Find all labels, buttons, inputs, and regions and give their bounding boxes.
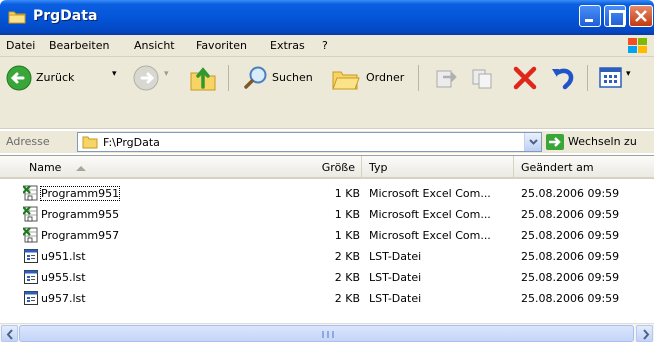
windows-logo-icon bbox=[628, 38, 647, 53]
file-type: Microsoft Excel Com... bbox=[369, 208, 491, 221]
back-arrow-icon[interactable] bbox=[6, 65, 32, 91]
address-dropdown-button[interactable] bbox=[524, 133, 541, 151]
views-dropdown-arrow-icon[interactable]: ▾ bbox=[626, 69, 631, 79]
undo-icon[interactable] bbox=[549, 65, 577, 91]
column-size-label: Größe bbox=[321, 161, 355, 174]
file-type: LST-Datei bbox=[369, 271, 422, 284]
menu-bearbeiten[interactable]: Bearbeiten bbox=[49, 39, 109, 52]
table-row[interactable]: Programm957 1 KB Microsoft Excel Com... … bbox=[0, 225, 654, 246]
file-type: Microsoft Excel Com... bbox=[369, 229, 491, 242]
toolbar-separator bbox=[587, 65, 588, 91]
menu-help[interactable]: ? bbox=[322, 39, 328, 52]
file-name: u957.lst bbox=[41, 292, 86, 305]
column-header-modified[interactable]: Geändert am bbox=[514, 156, 654, 179]
menu-ansicht[interactable]: Ansicht bbox=[134, 39, 175, 52]
file-type: Microsoft Excel Com... bbox=[369, 187, 491, 200]
menu-bar: Datei Bearbeiten Ansicht Favoriten Extra… bbox=[0, 35, 654, 57]
column-header-size[interactable]: Größe bbox=[300, 156, 362, 179]
file-type: LST-Datei bbox=[369, 250, 422, 263]
back-dropdown-arrow-icon[interactable]: ▾ bbox=[112, 69, 117, 79]
address-label: Adresse bbox=[6, 135, 50, 148]
excel-file-icon bbox=[23, 227, 38, 243]
folders-icon[interactable] bbox=[331, 66, 361, 91]
file-modified: 25.08.2006 09:59 bbox=[521, 208, 620, 221]
file-list: Name Größe Typ Geändert am Programm951 1… bbox=[0, 155, 654, 323]
toolbar: Zurück ▾ ▾ Suchen Ordner ▾ bbox=[0, 57, 654, 129]
minimize-button[interactable] bbox=[579, 5, 601, 27]
close-icon bbox=[635, 10, 647, 22]
file-modified: 25.08.2006 09:59 bbox=[521, 229, 620, 242]
lst-file-icon bbox=[24, 270, 38, 284]
views-icon[interactable] bbox=[599, 67, 623, 89]
folders-button-label[interactable]: Ordner bbox=[366, 71, 404, 84]
title-bar[interactable]: PrgData bbox=[0, 0, 654, 35]
chevron-right-icon bbox=[643, 329, 650, 340]
file-name: Programm957 bbox=[41, 229, 120, 242]
excel-file-icon bbox=[23, 185, 38, 201]
column-modified-label: Geändert am bbox=[521, 161, 594, 174]
excel-file-icon bbox=[23, 206, 38, 222]
search-icon[interactable] bbox=[243, 65, 269, 91]
forward-arrow-icon[interactable] bbox=[133, 65, 159, 91]
scroll-thumb[interactable] bbox=[19, 325, 634, 342]
back-button-label[interactable]: Zurück bbox=[36, 71, 74, 84]
menu-extras[interactable]: Extras bbox=[270, 39, 305, 52]
search-button-label[interactable]: Suchen bbox=[272, 71, 313, 84]
go-button-label[interactable]: Wechseln zu bbox=[568, 135, 637, 148]
close-button[interactable] bbox=[629, 5, 653, 27]
lst-file-icon bbox=[24, 249, 38, 263]
table-row[interactable]: u957.lst 2 KB LST-Datei 25.08.2006 09:59 bbox=[0, 288, 654, 309]
file-modified: 25.08.2006 09:59 bbox=[521, 292, 620, 305]
folder-up-icon[interactable] bbox=[188, 63, 218, 93]
column-name-label: Name bbox=[29, 161, 62, 174]
copy-to-icon[interactable] bbox=[470, 65, 496, 91]
menu-favoriten[interactable]: Favoriten bbox=[196, 39, 247, 52]
address-bar: Adresse F:\PrgData Wechseln zu bbox=[0, 131, 654, 153]
table-row[interactable]: u955.lst 2 KB LST-Datei 25.08.2006 09:59 bbox=[0, 267, 654, 288]
file-size: 1 KB bbox=[334, 208, 360, 221]
menu-datei[interactable]: Datei bbox=[6, 39, 35, 52]
chevron-down-icon bbox=[529, 139, 538, 145]
toolbar-separator bbox=[418, 65, 419, 91]
lst-file-icon bbox=[24, 291, 38, 305]
file-name: u951.lst bbox=[41, 250, 86, 263]
scroll-left-button[interactable] bbox=[1, 325, 18, 342]
scroll-right-button[interactable] bbox=[636, 325, 653, 342]
column-type-label: Typ bbox=[369, 161, 388, 174]
chevron-left-icon bbox=[6, 329, 13, 340]
table-row[interactable]: Programm955 1 KB Microsoft Excel Com... … bbox=[0, 204, 654, 225]
file-name: Programm951 bbox=[39, 186, 121, 201]
file-size: 2 KB bbox=[334, 292, 360, 305]
forward-dropdown-arrow-icon[interactable]: ▾ bbox=[164, 69, 169, 79]
file-size: 1 KB bbox=[334, 229, 360, 242]
file-name: Programm955 bbox=[41, 208, 120, 221]
address-path: F:\PrgData bbox=[103, 136, 160, 149]
column-header-type[interactable]: Typ bbox=[362, 156, 514, 179]
file-size: 2 KB bbox=[334, 271, 360, 284]
file-type: LST-Datei bbox=[369, 292, 422, 305]
grip-icon bbox=[322, 331, 334, 338]
file-modified: 25.08.2006 09:59 bbox=[521, 187, 620, 200]
table-row[interactable]: u951.lst 2 KB LST-Datei 25.08.2006 09:59 bbox=[0, 246, 654, 267]
horizontal-scrollbar[interactable] bbox=[0, 323, 654, 342]
delete-icon[interactable] bbox=[512, 65, 538, 91]
go-arrow-icon[interactable] bbox=[546, 134, 564, 150]
maximize-button[interactable] bbox=[604, 5, 626, 27]
file-size: 2 KB bbox=[334, 250, 360, 263]
folder-icon bbox=[82, 136, 98, 149]
toolbar-separator bbox=[228, 65, 229, 91]
move-to-icon[interactable] bbox=[433, 65, 459, 91]
table-row[interactable]: Programm951 1 KB Microsoft Excel Com... … bbox=[0, 183, 654, 204]
file-modified: 25.08.2006 09:59 bbox=[521, 271, 620, 284]
sort-ascending-icon bbox=[76, 166, 86, 171]
window-title: PrgData bbox=[33, 8, 98, 24]
file-modified: 25.08.2006 09:59 bbox=[521, 250, 620, 263]
file-name: u955.lst bbox=[41, 271, 86, 284]
address-input[interactable]: F:\PrgData bbox=[77, 132, 542, 152]
folder-icon bbox=[8, 11, 26, 24]
file-size: 1 KB bbox=[334, 187, 360, 200]
